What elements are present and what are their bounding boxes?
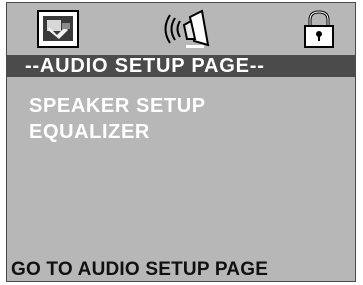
status-hint-text: GO TO AUDIO SETUP PAGE (11, 259, 269, 280)
tab-password-lock[interactable] (297, 9, 341, 49)
tab-general-setup[interactable] (35, 9, 81, 49)
menu-item-equalizer[interactable]: EQUALIZER (29, 119, 206, 145)
page-title: --AUDIO SETUP PAGE-- (25, 55, 265, 77)
general-setup-icon (37, 10, 79, 48)
setup-tab-bar (7, 3, 355, 55)
audio-setup-menu: SPEAKER SETUP EQUALIZER (29, 93, 206, 145)
status-bar: GO TO AUDIO SETUP PAGE (7, 259, 355, 281)
menu-item-speaker-setup[interactable]: SPEAKER SETUP (29, 93, 206, 119)
osd-screen: --AUDIO SETUP PAGE-- SPEAKER SETUP EQUAL… (6, 2, 356, 282)
padlock-icon (304, 10, 334, 48)
page-title-bar: --AUDIO SETUP PAGE-- (7, 55, 355, 77)
speaker-audio-icon (164, 9, 210, 48)
tab-audio-setup[interactable] (164, 9, 220, 49)
